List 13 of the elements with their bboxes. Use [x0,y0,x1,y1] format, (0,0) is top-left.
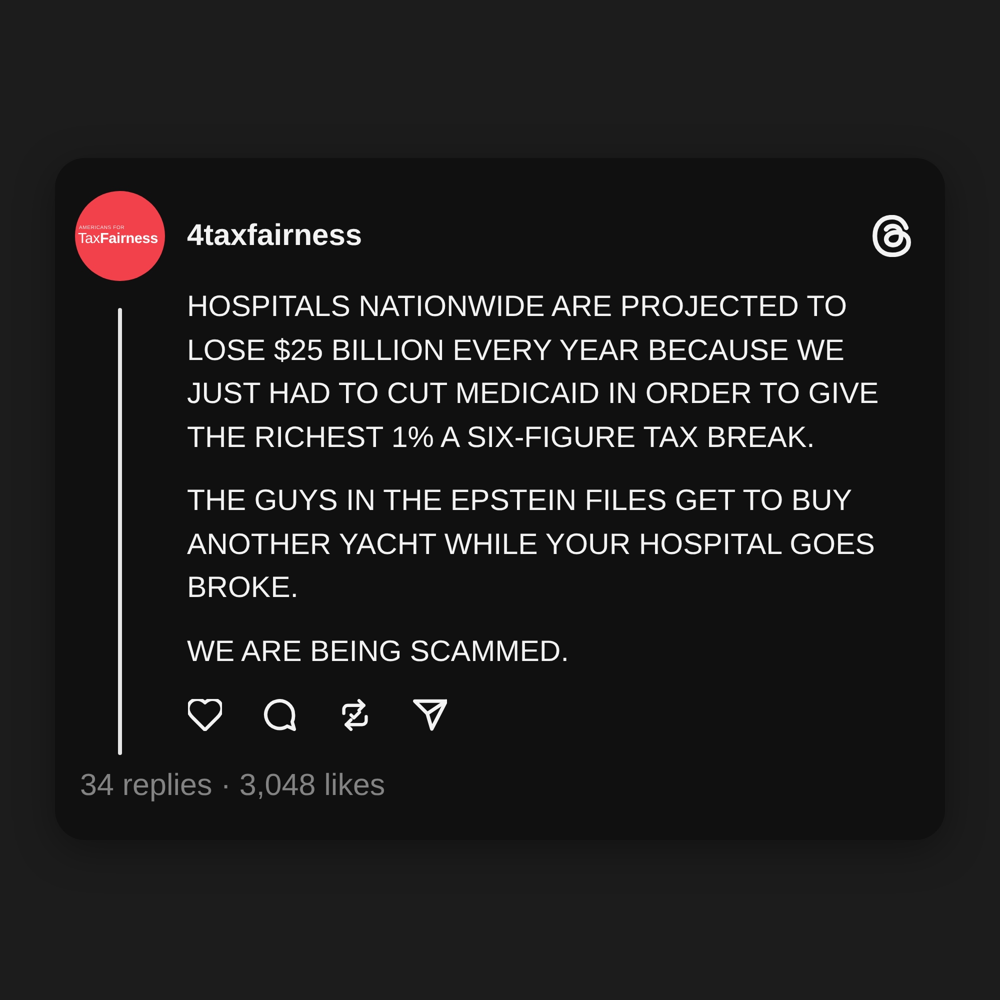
post-stats[interactable]: 34 replies · 3,048 likes [80,769,386,801]
logo-text: TaxFairness [78,230,158,246]
paper-plane-icon [413,699,447,731]
post-paragraph: WE ARE BEING SCAMMED. [187,634,570,670]
post-paragraph: HOSPITALS NATIONWIDE ARE PROJECTED TO LOSE $25 BILLION EVERY YEAR BECAUSE WE JUST HAD TO CUT MEDICAID IN ORDER TO GIVE THE RICHEST 1% A SIX-FIGURE TAX BREAK. [187,289,880,456]
reply-button[interactable] [262,699,298,731]
logo-icon[interactable] [871,215,913,257]
post-paragraph: THE GUYS IN THE EPSTEIN FILES GET TO BUY ANOTHER YACHT WHILE YOUR HOSPITAL GOES BROKE. [187,483,876,606]
like-button[interactable] [187,699,223,731]
username[interactable]: 4taxfairness [187,219,362,253]
heart-icon [188,699,222,731]
speech-bubble-icon [263,699,297,731]
share-button[interactable] [412,699,448,731]
